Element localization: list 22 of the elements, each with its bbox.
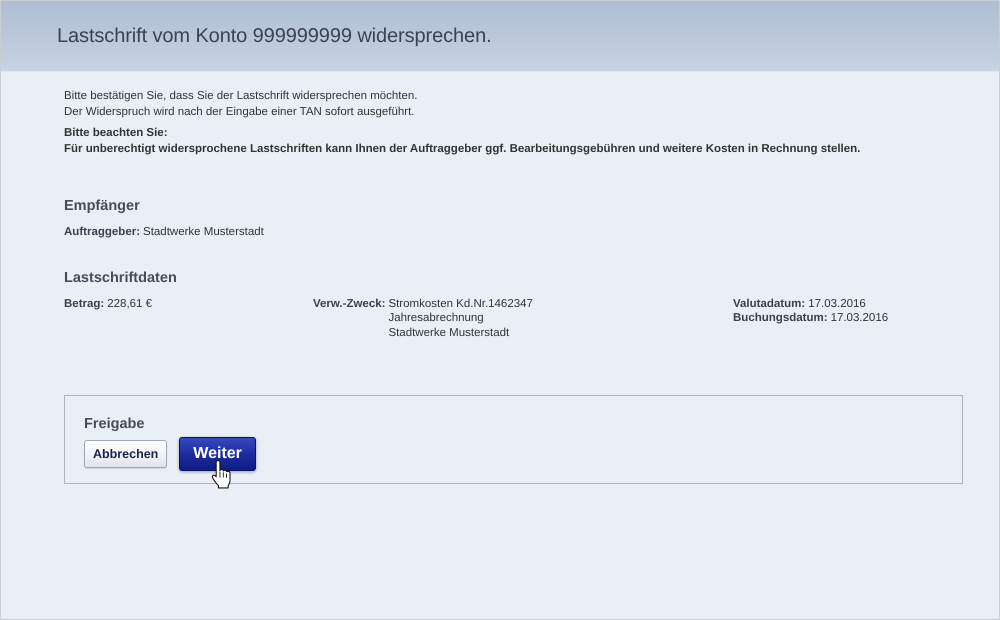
- field-value: Stadtwerke Musterstadt: [143, 225, 264, 240]
- field-label: Buchungsdatum:: [733, 311, 828, 326]
- hand-cursor-icon: [211, 459, 232, 489]
- field-value: Stadtwerke Musterstadt: [388, 326, 510, 340]
- notice-text: Für unberechtigt widersprochene Lastschriften kann Ihnen der Auftraggeber ggf. Bearbeitungsgebühren und weitere Kosten in Rechnung stellen.: [64, 142, 862, 157]
- page-title: Lastschrift vom Konto 999999999 widersprechen.: [57, 24, 492, 48]
- field-value: 17.03.2016: [808, 296, 866, 311]
- field-label: Auftraggeber:: [64, 225, 140, 240]
- field-label: Valutadatum:: [733, 296, 806, 311]
- intro-text: Bitte bestätigen Sie, dass Sie der Lastschrift widersprechen möchten.: [64, 89, 418, 104]
- field-value: 17.03.2016: [830, 311, 888, 326]
- cancel-button[interactable]: Abbrechen: [84, 440, 168, 468]
- section-heading: Empfänger: [64, 197, 141, 215]
- field-value: Jahresabrechnung: [388, 311, 485, 326]
- notice-title: Bitte beachten Sie:: [64, 126, 169, 141]
- field-value: 228,61 €: [107, 296, 152, 311]
- section-heading: Freigabe: [84, 415, 146, 433]
- section-heading: Lastschriftdaten: [64, 268, 178, 286]
- field-label: Betrag:: [64, 296, 104, 311]
- field-value: Stromkosten Kd.Nr.1462347: [388, 296, 533, 311]
- field-label: Verw.-Zweck:: [313, 296, 386, 311]
- intro-text: Der Widerspruch wird nach der Eingabe einer TAN sofort ausgeführt.: [64, 105, 416, 120]
